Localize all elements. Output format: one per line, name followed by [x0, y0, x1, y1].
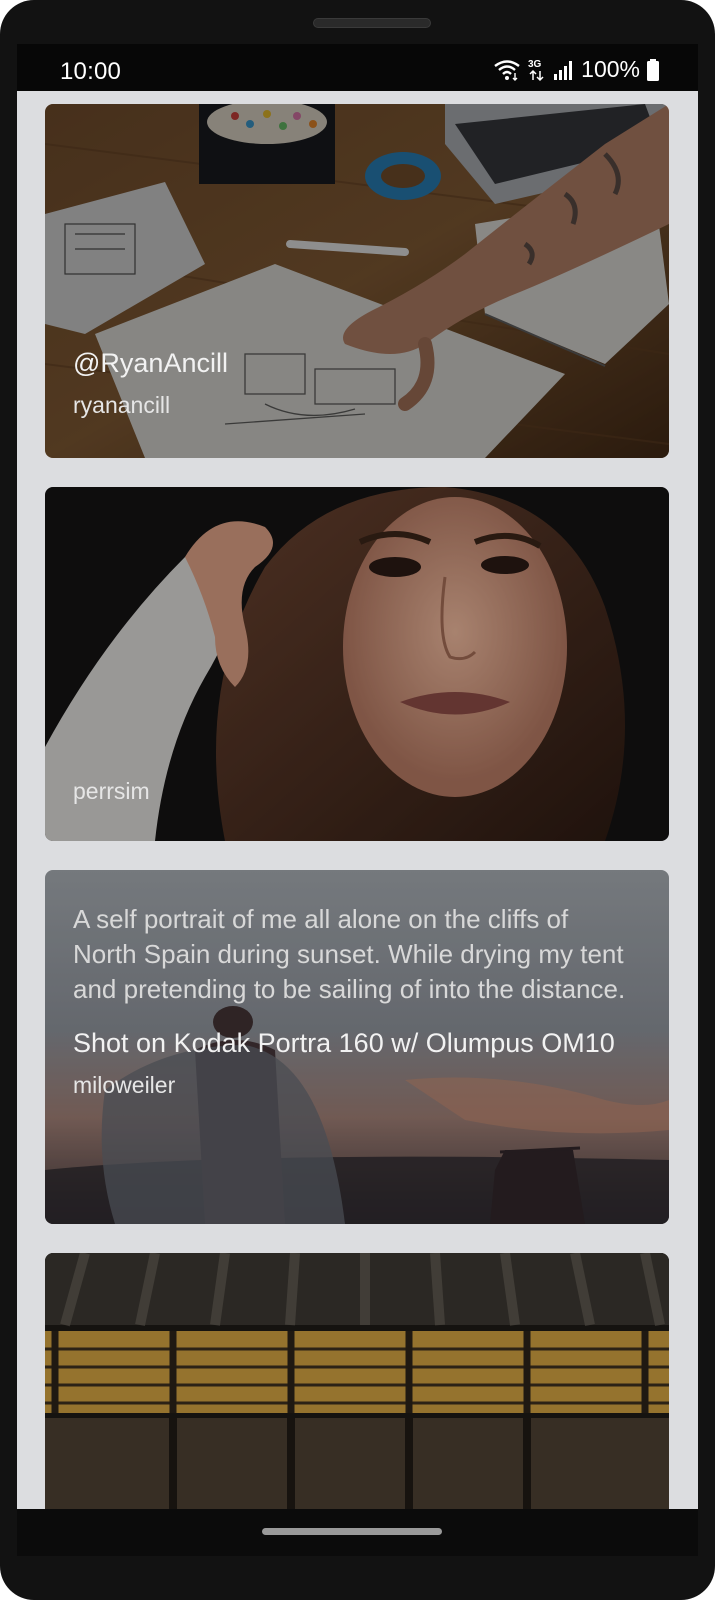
- status-time: 10:00: [60, 58, 122, 85]
- network-type-label: 3G: [528, 59, 542, 70]
- photo-card[interactable]: perrsim: [45, 487, 669, 841]
- image-overlay: [45, 1253, 669, 1509]
- card-caption: A self portrait of me all alone on the c…: [73, 902, 631, 1101]
- card-author: miloweiler: [73, 1072, 176, 1098]
- battery-icon: [646, 58, 660, 81]
- mobile-data-icon: 3G: [527, 58, 547, 82]
- signal-icon: [553, 59, 575, 81]
- phone-screen: 10:00 3G 100% @RyanAncill ryanancill per…: [17, 44, 698, 1556]
- card-caption: perrsim: [73, 775, 629, 807]
- status-icons: 3G 100%: [493, 56, 660, 83]
- card-title: Shot on Kodak Portra 160 w/ Olumpus OM10: [73, 1028, 615, 1058]
- wifi-icon: [493, 59, 521, 81]
- battery-percent: 100%: [581, 56, 640, 82]
- navigation-bar: [17, 1509, 698, 1556]
- home-gesture-handle[interactable]: [262, 1528, 442, 1535]
- earpiece-speaker: [313, 18, 431, 28]
- card-author: perrsim: [73, 778, 150, 804]
- card-caption: @RyanAncill ryanancill: [73, 346, 629, 421]
- status-bar: 10:00 3G 100%: [17, 44, 698, 91]
- card-author: ryanancill: [73, 392, 171, 418]
- photo-card[interactable]: @RyanAncill ryanancill: [45, 104, 669, 458]
- card-title: @RyanAncill: [73, 348, 228, 378]
- photo-feed[interactable]: @RyanAncill ryanancill perrsim A self po…: [17, 91, 698, 1509]
- card-description: A self portrait of me all alone on the c…: [73, 904, 626, 1004]
- device-frame: 10:00 3G 100% @RyanAncill ryanancill per…: [0, 0, 715, 1600]
- photo-card[interactable]: A self portrait of me all alone on the c…: [45, 870, 669, 1224]
- photo-card[interactable]: [45, 1253, 669, 1509]
